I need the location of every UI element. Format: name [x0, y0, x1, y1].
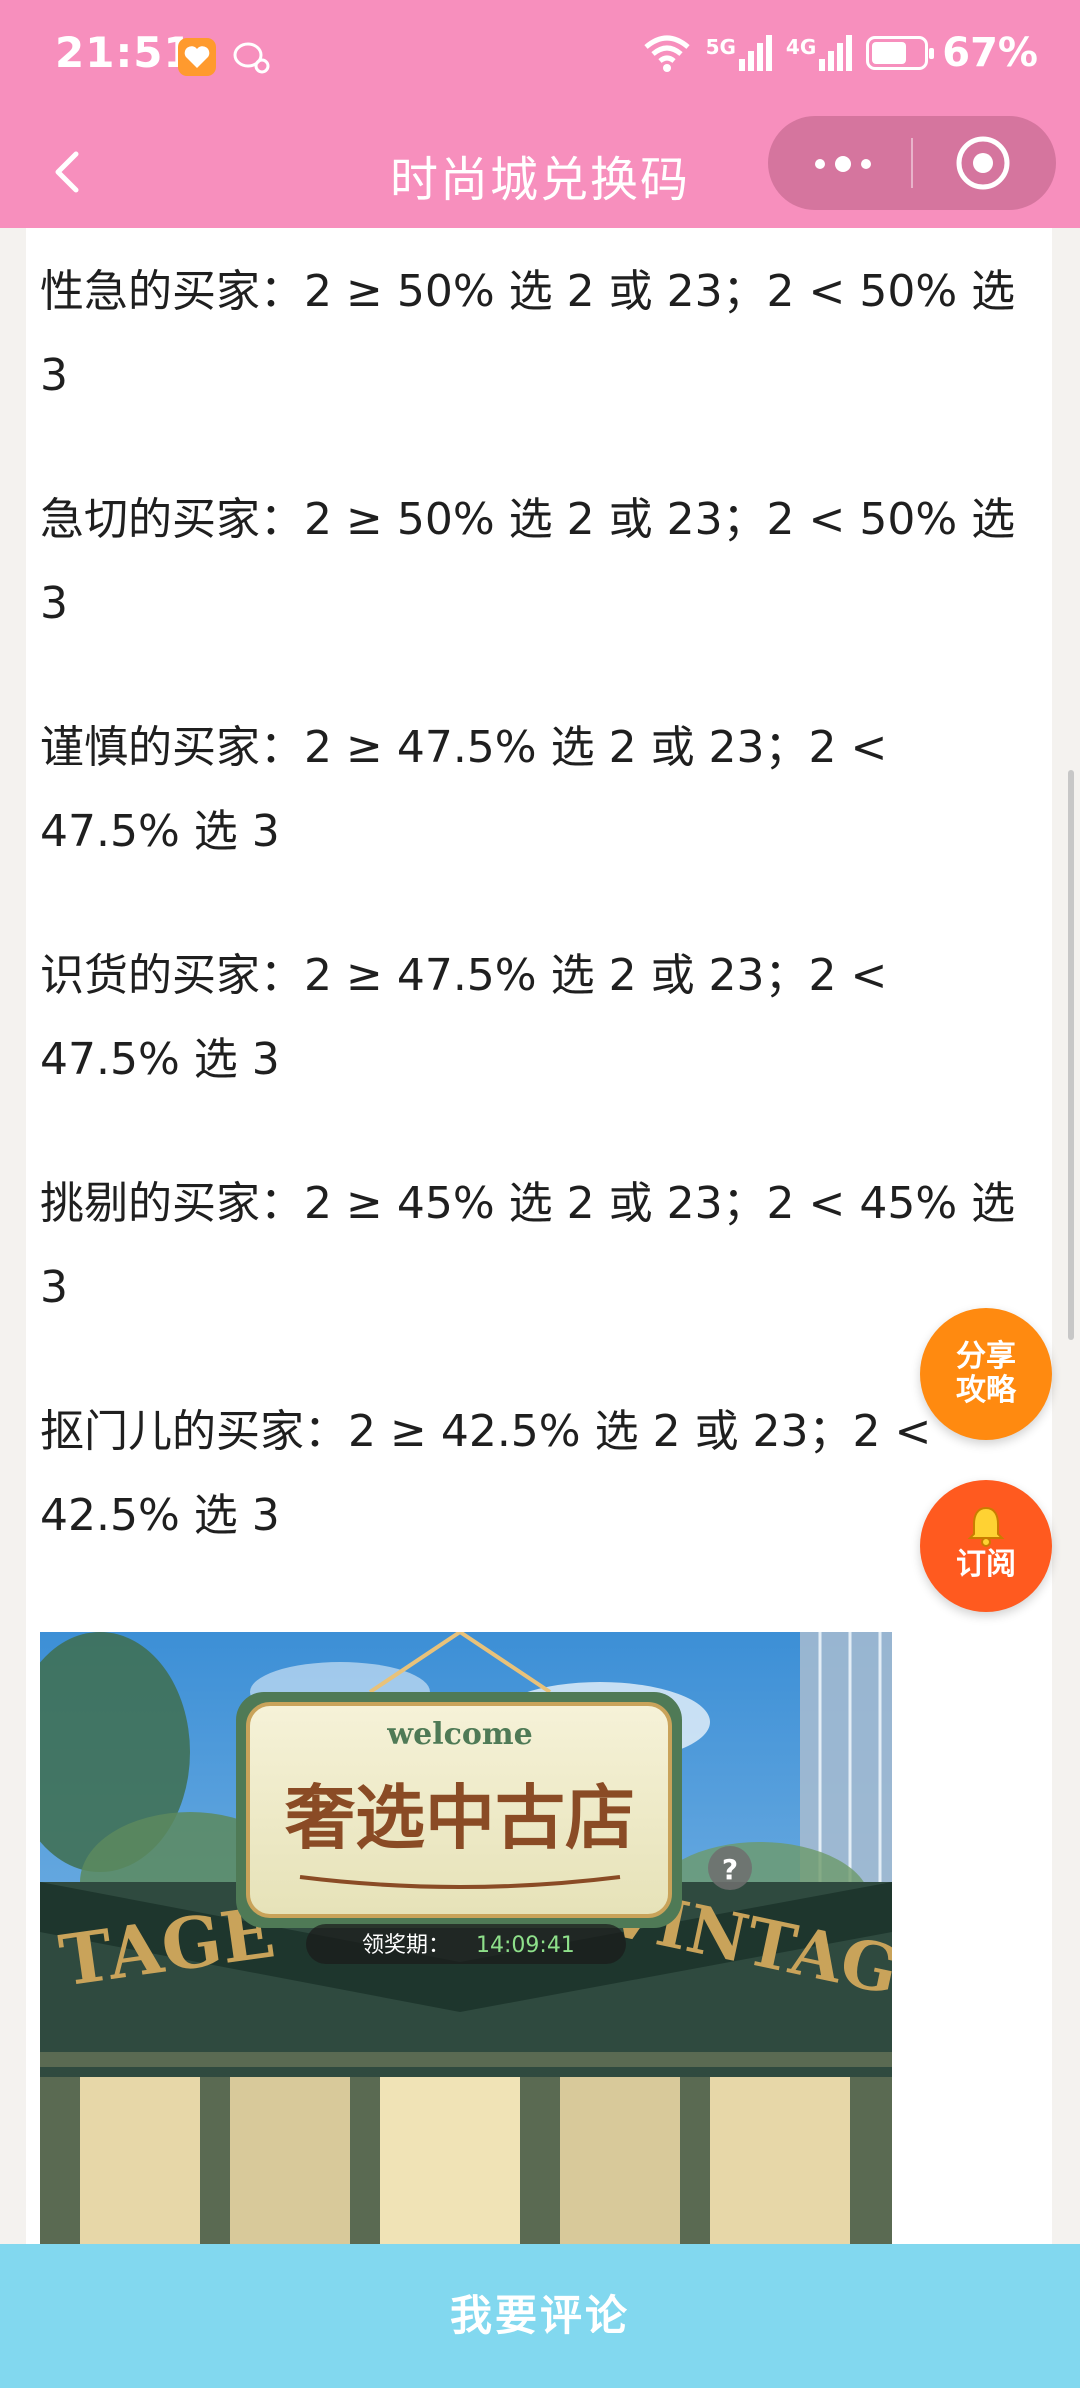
paragraph-line: 谨慎的买家：2 ≥ 47.5% 选 2 或 23；2 < [40, 722, 888, 773]
capsule-divider [911, 138, 913, 188]
share-label-line2: 攻略 [956, 1373, 1016, 1408]
comment-button[interactable]: 我要评论 [0, 2244, 1080, 2388]
signal-5g-icon: 5G [706, 35, 772, 71]
status-bar: 21:51 5G 4G 67% [0, 0, 1080, 120]
paragraph-cautious-buyer: 谨慎的买家：2 ≥ 47.5% 选 2 或 23；2 < 47.5% 选 3 [40, 706, 1040, 874]
article-content: 性急的买家：2 ≥ 50% 选 2 或 23；2 < 50% 选 3 急切的买家… [26, 228, 1052, 2244]
paragraph-line: 3 [40, 1262, 68, 1313]
paragraph-discerning-buyer: 识货的买家：2 ≥ 47.5% 选 2 或 23；2 < 47.5% 选 3 [40, 934, 1040, 1102]
close-target-icon[interactable] [954, 134, 1012, 192]
paragraph-line: 47.5% 选 3 [40, 806, 280, 857]
paragraph-line: 性急的买家：2 ≥ 50% 选 2 或 23；2 < 50% 选 [40, 266, 1016, 317]
game-screenshot-image[interactable]: TAGE VINTAGE welcome 奢选中古店 ? 领奖期： 14:09:… [40, 1632, 892, 2244]
subscribe-label: 订阅 [956, 1547, 1016, 1582]
bell-icon [920, 1504, 1052, 1548]
paragraph-line: 42.5% 选 3 [40, 1490, 280, 1541]
paragraph-line: 急切的买家：2 ≥ 50% 选 2 或 23；2 < 50% 选 [40, 494, 1016, 545]
shop-name-text: 奢选中古店 [285, 1776, 635, 1859]
battery-icon [866, 36, 935, 70]
battery-percent: 67% [942, 30, 1038, 76]
signal-4g-icon: 4G [785, 35, 853, 71]
paragraph-line: 47.5% 选 3 [40, 1034, 280, 1085]
paragraph-line: 3 [40, 350, 68, 401]
timer-value: 14:09:41 [476, 1933, 575, 1958]
paragraph-eager-buyer: 急切的买家：2 ≥ 50% 选 2 或 23；2 < 50% 选 3 [40, 478, 1040, 646]
paragraph-line: 挑剔的买家：2 ≥ 45% 选 2 或 23；2 < 45% 选 [40, 1178, 1016, 1229]
paragraph-line: 识货的买家：2 ≥ 47.5% 选 2 或 23；2 < [40, 950, 888, 1001]
network-4g-label: 4G [785, 35, 817, 59]
paragraph-stingy-buyer: 抠门儿的买家：2 ≥ 42.5% 选 2 或 23；2 < 42.5% 选 3 [40, 1390, 1040, 1558]
miniprogram-capsule [768, 116, 1056, 210]
heart-app-icon [178, 38, 216, 76]
status-indicators: 5G 4G 67% [642, 30, 1038, 76]
paragraph-line: 抠门儿的买家：2 ≥ 42.5% 选 2 或 23；2 < [40, 1406, 932, 1457]
share-label-line1: 分享 [956, 1339, 1016, 1374]
more-dots-icon[interactable] [808, 144, 878, 184]
wifi-icon [643, 35, 690, 72]
network-5g-label: 5G [705, 35, 736, 59]
timer-label: 领奖期： [362, 1933, 450, 1958]
paragraph-picky-buyer: 挑剔的买家：2 ≥ 45% 选 2 或 23；2 < 45% 选 3 [40, 1162, 1040, 1330]
help-icon: ? [722, 1853, 738, 1886]
paragraph-line: 3 [40, 578, 68, 629]
status-time: 21:51 [55, 28, 194, 77]
paragraph-impatient-buyer: 性急的买家：2 ≥ 50% 选 2 或 23；2 < 50% 选 3 [40, 250, 1040, 418]
subscribe-button[interactable]: 订阅 [920, 1480, 1052, 1612]
scrollbar-thumb[interactable] [1068, 770, 1074, 1340]
share-guide-button[interactable]: 分享 攻略 [920, 1308, 1052, 1440]
chat-app-icon [232, 38, 270, 76]
sign-welcome-text: welcome [386, 1717, 532, 1752]
